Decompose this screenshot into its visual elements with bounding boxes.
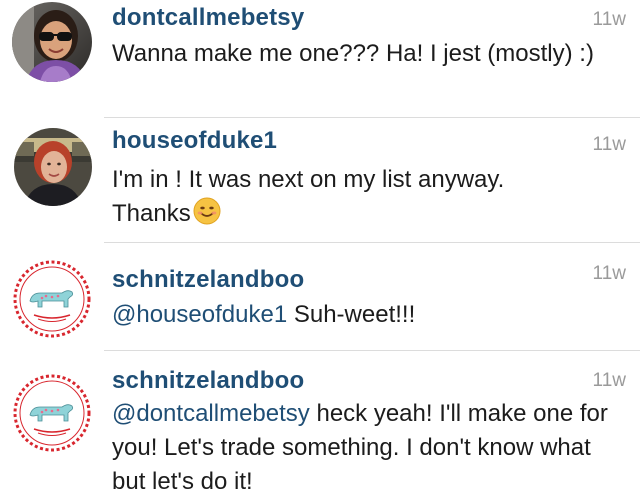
profile-photo-icon — [14, 128, 92, 206]
comment-text: Wanna make me one??? Ha! I jest (mostly)… — [112, 40, 594, 67]
comment-item: schnitzelandboo 11w @dontcallmebetsy hec… — [0, 351, 640, 497]
comment-text-body: Suh-weet!!! — [287, 301, 416, 328]
username[interactable]: dontcallmebetsy — [112, 4, 304, 32]
timestamp: 11w — [592, 263, 626, 284]
schnitzel-and-boo-logo-icon — [13, 374, 91, 452]
timestamp: 11w — [592, 9, 626, 30]
mention-link[interactable]: @houseofduke1 — [112, 301, 287, 328]
timestamp: 11w — [592, 134, 626, 155]
comment-text: @houseofduke1 Suh-weet!!! — [112, 298, 622, 332]
smiling-face-icon — [193, 197, 221, 235]
schnitzel-and-boo-logo-icon — [13, 260, 91, 338]
username[interactable]: schnitzelandboo — [112, 367, 304, 395]
comment-list: dontcallmebetsy 11w Wanna make me one???… — [0, 0, 640, 497]
comment-text: I'm in ! It was next on my list anyway. … — [112, 163, 622, 235]
username[interactable]: houseofduke1 — [112, 127, 277, 155]
profile-photo-icon — [12, 2, 92, 82]
avatar[interactable] — [14, 128, 92, 206]
avatar[interactable] — [12, 2, 92, 82]
comment-item: houseofduke1 11w I'm in ! It was next on… — [0, 118, 640, 242]
mention-link[interactable]: @dontcallmebetsy — [112, 400, 310, 427]
username[interactable]: schnitzelandboo — [112, 266, 304, 294]
avatar[interactable] — [12, 259, 92, 339]
comment-item: dontcallmebetsy 11w Wanna make me one???… — [0, 0, 640, 117]
timestamp: 11w — [592, 370, 626, 391]
comment-text-line: Thanks — [112, 200, 191, 227]
comment-text-line: I'm in ! It was next on my list anyway. — [112, 166, 505, 193]
avatar[interactable] — [12, 373, 92, 453]
comment-item: schnitzelandboo 11w @houseofduke1 Suh-we… — [0, 243, 640, 350]
comment-text: @dontcallmebetsy heck yeah! I'll make on… — [112, 397, 622, 499]
